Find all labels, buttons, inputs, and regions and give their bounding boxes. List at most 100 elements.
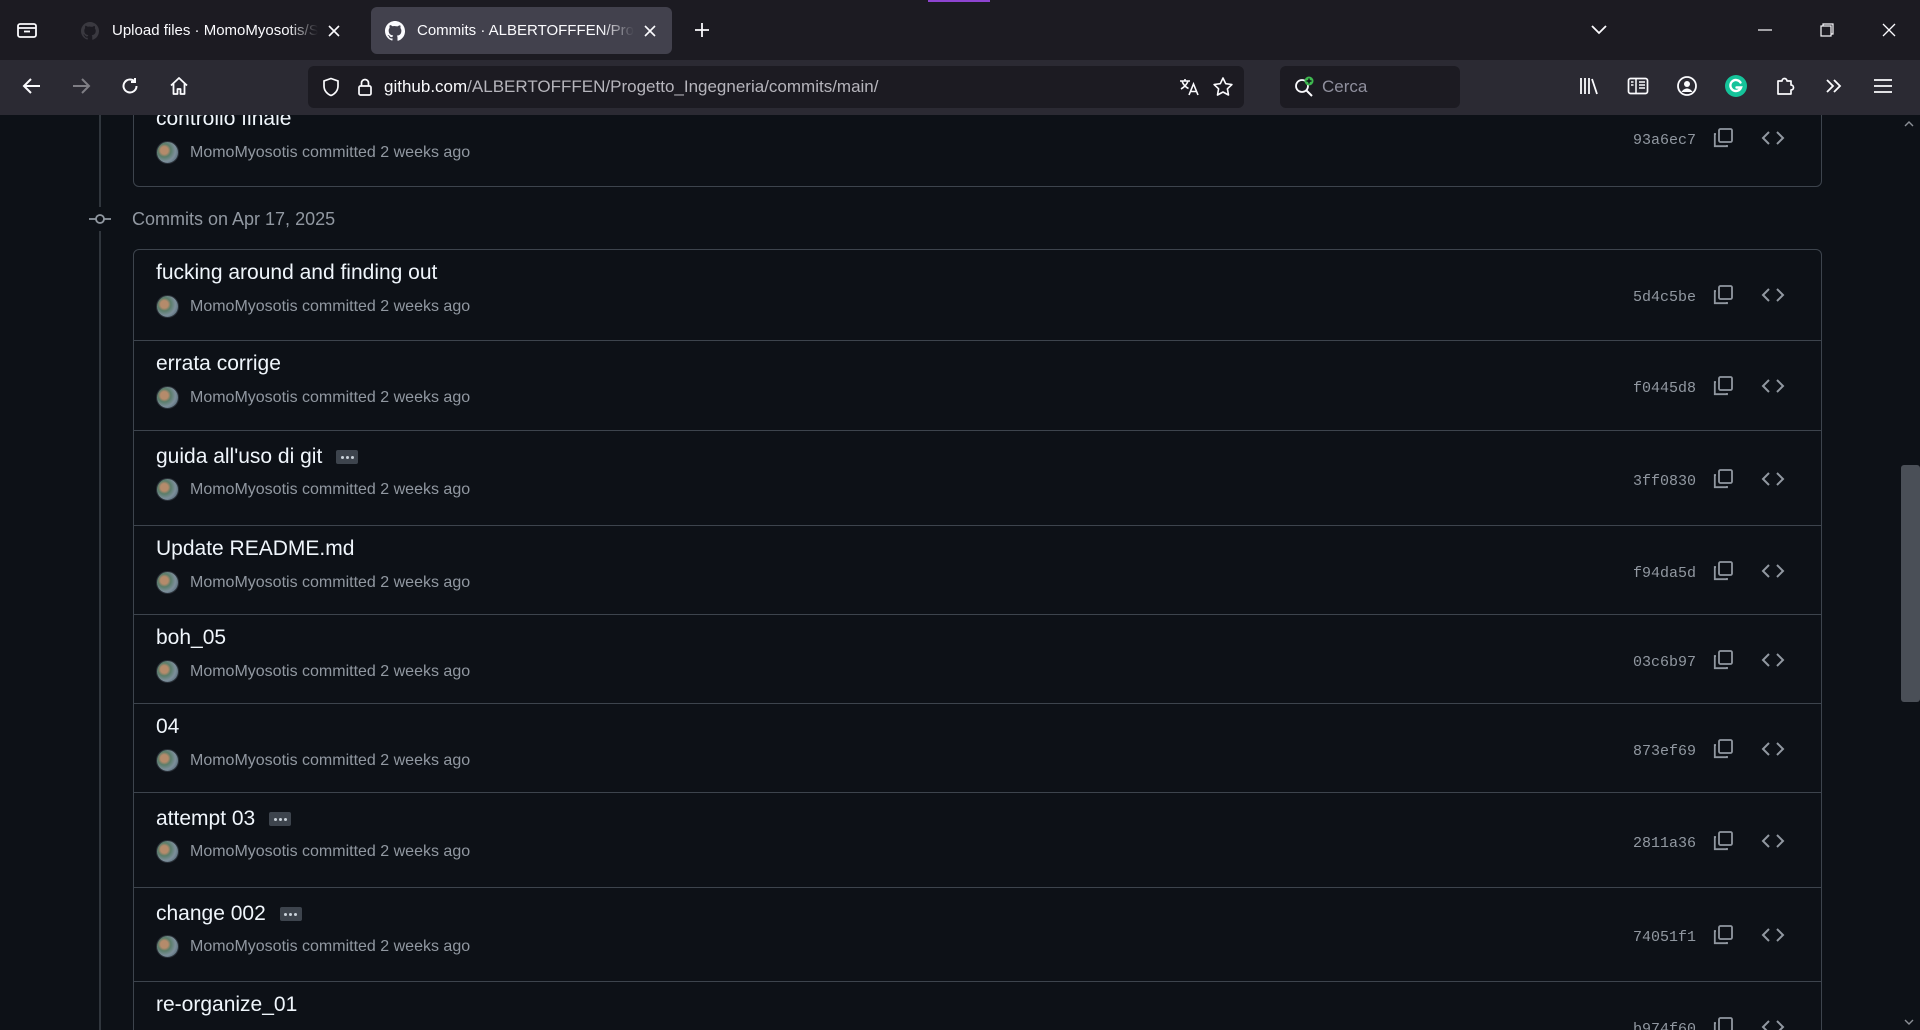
copy-sha-button[interactable] xyxy=(1707,825,1739,857)
expand-description-button[interactable] xyxy=(279,907,302,921)
commit-author-link[interactable]: MomoMyosotis xyxy=(190,298,298,316)
restore-button[interactable] xyxy=(1796,0,1858,60)
commit-author-link[interactable]: MomoMyosotis xyxy=(190,481,298,499)
avatar[interactable] xyxy=(156,571,179,594)
avatar[interactable] xyxy=(156,141,179,164)
browse-repo-button[interactable] xyxy=(1757,825,1789,857)
commit-message-link[interactable]: Update README.md xyxy=(156,537,354,561)
search-box[interactable]: Cerca xyxy=(1280,66,1460,108)
commit-sha-link[interactable]: 873ef69 xyxy=(1633,743,1696,760)
tab-close-button[interactable] xyxy=(640,21,660,41)
browse-repo-button[interactable] xyxy=(1757,919,1789,951)
list-all-tabs-button[interactable] xyxy=(1581,12,1617,48)
commit-author-link[interactable]: MomoMyosotis xyxy=(190,938,298,956)
browse-repo-button[interactable] xyxy=(1757,644,1789,676)
copy-sha-button[interactable] xyxy=(1707,644,1739,676)
avatar[interactable] xyxy=(156,935,179,958)
commit-message-link[interactable]: boh_05 xyxy=(156,626,226,650)
commit-message-link[interactable]: errata corrige xyxy=(156,352,281,376)
scroll-up-arrow-icon[interactable] xyxy=(1903,117,1915,129)
commit-sha-link[interactable]: 74051f1 xyxy=(1633,929,1696,946)
avatar[interactable] xyxy=(156,660,179,683)
reload-button[interactable] xyxy=(112,68,148,104)
page-scrollbar[interactable] xyxy=(1898,115,1920,1030)
copy-sha-button[interactable] xyxy=(1707,370,1739,402)
tracking-protection-icon[interactable] xyxy=(314,66,348,108)
lock-icon[interactable] xyxy=(348,66,382,108)
scroll-down-arrow-icon[interactable] xyxy=(1903,1016,1915,1028)
avatar[interactable] xyxy=(156,749,179,772)
commit-sha-link[interactable]: 2811a36 xyxy=(1633,835,1696,852)
commit-message-link[interactable]: attempt 03 xyxy=(156,807,292,831)
commit-message-link[interactable]: fucking around and finding out xyxy=(156,261,437,285)
copy-sha-button[interactable] xyxy=(1707,919,1739,951)
expand-description-button[interactable] xyxy=(269,812,292,826)
back-button[interactable] xyxy=(14,68,50,104)
account-button[interactable] xyxy=(1662,68,1711,104)
browse-repo-button[interactable] xyxy=(1757,370,1789,402)
browse-repo-button[interactable] xyxy=(1757,279,1789,311)
expand-description-button[interactable] xyxy=(336,450,359,464)
navigation-toolbar: github.com/ALBERTOFFFEN/Progetto_Ingegne… xyxy=(0,60,1920,115)
translate-icon[interactable] xyxy=(1172,66,1206,108)
avatar[interactable] xyxy=(156,386,179,409)
grammarly-icon xyxy=(1724,75,1747,97)
commit-author-link[interactable]: MomoMyosotis xyxy=(190,144,298,162)
avatar[interactable] xyxy=(156,478,179,501)
chevron-down-icon xyxy=(1591,25,1607,35)
commit-sha-link[interactable]: 3ff0830 xyxy=(1633,473,1696,490)
tab-close-button[interactable] xyxy=(324,21,344,41)
commit-message-link[interactable]: controllo finale xyxy=(156,115,291,131)
grammarly-extension-button[interactable] xyxy=(1711,68,1760,104)
copy-sha-button[interactable] xyxy=(1707,463,1739,495)
code-icon xyxy=(1761,379,1785,393)
commit-sha-link[interactable]: b974f60 xyxy=(1633,1021,1696,1030)
commit-sha-link[interactable]: f0445d8 xyxy=(1633,380,1696,397)
sidebar-button[interactable] xyxy=(1613,68,1662,104)
tab-upload-files[interactable]: Upload files · MomoMyosotis/S.I.-p xyxy=(66,7,356,54)
home-button[interactable] xyxy=(161,68,197,104)
avatar[interactable] xyxy=(156,295,179,318)
commit-message-link[interactable]: 04 xyxy=(156,715,179,739)
commit-author-link[interactable]: MomoMyosotis xyxy=(190,663,298,681)
forward-button[interactable] xyxy=(63,68,99,104)
avatar[interactable] xyxy=(156,840,179,863)
commit-sha-link[interactable]: 5d4c5be xyxy=(1633,289,1696,306)
url-text[interactable]: github.com/ALBERTOFFFEN/Progetto_Ingegne… xyxy=(384,77,878,97)
copy-sha-button[interactable] xyxy=(1707,122,1739,154)
minimize-button[interactable] xyxy=(1734,0,1796,60)
commit-author-link[interactable]: MomoMyosotis xyxy=(190,752,298,770)
commit-message-link[interactable]: guida all'uso di git xyxy=(156,445,359,469)
overflow-button[interactable] xyxy=(1809,68,1858,104)
browse-repo-button[interactable] xyxy=(1757,1011,1789,1030)
commit-row: boh_05 MomoMyosotis committed 2 weeks ago… xyxy=(134,614,1821,703)
commit-sha-link[interactable]: 93a6ec7 xyxy=(1633,132,1696,149)
commit-message-link[interactable]: re-organize_01 xyxy=(156,993,297,1017)
library-button[interactable] xyxy=(1564,68,1613,104)
browse-repo-button[interactable] xyxy=(1757,122,1789,154)
address-bar[interactable]: github.com/ALBERTOFFFEN/Progetto_Ingegne… xyxy=(308,66,1244,108)
app-menu-button[interactable] xyxy=(1858,68,1907,104)
commit-sha-link[interactable]: 03c6b97 xyxy=(1633,654,1696,671)
copy-sha-button[interactable] xyxy=(1707,279,1739,311)
bookmark-star-icon[interactable] xyxy=(1206,66,1240,108)
scrollbar-thumb[interactable] xyxy=(1901,465,1920,702)
extensions-button[interactable] xyxy=(1760,68,1809,104)
tab-title: Commits · ALBERTOFFFEN/Progetto_Ingegner… xyxy=(417,22,634,39)
browse-repo-button[interactable] xyxy=(1757,463,1789,495)
commit-sha-link[interactable]: f94da5d xyxy=(1633,565,1696,582)
commit-author-link[interactable]: MomoMyosotis xyxy=(190,574,298,592)
library-icon xyxy=(1579,78,1598,95)
commit-author-link[interactable]: MomoMyosotis xyxy=(190,843,298,861)
browse-repo-button[interactable] xyxy=(1757,733,1789,765)
tab-commits[interactable]: Commits · ALBERTOFFFEN/Progetto_Ingegner… xyxy=(371,7,672,54)
commit-author-link[interactable]: MomoMyosotis xyxy=(190,389,298,407)
new-tab-button[interactable] xyxy=(684,12,720,48)
firefox-view-button[interactable] xyxy=(8,12,46,48)
copy-sha-button[interactable] xyxy=(1707,1011,1739,1030)
copy-sha-button[interactable] xyxy=(1707,555,1739,587)
browse-repo-button[interactable] xyxy=(1757,555,1789,587)
commit-message-link[interactable]: change 002 xyxy=(156,902,302,926)
copy-sha-button[interactable] xyxy=(1707,733,1739,765)
close-window-button[interactable] xyxy=(1858,0,1920,60)
